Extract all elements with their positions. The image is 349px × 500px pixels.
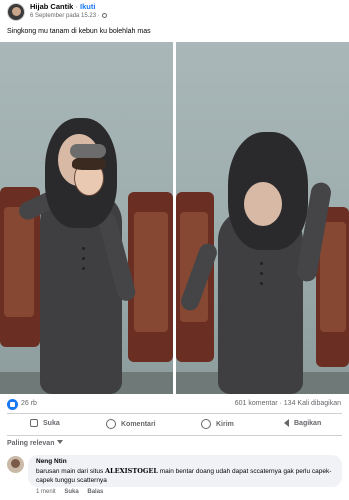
- dress-button: [82, 257, 85, 260]
- follow-link[interactable]: Ikuti: [80, 2, 95, 11]
- share-button[interactable]: Bagikan: [279, 419, 321, 427]
- facebook-post: Hijab Cantik · Ikuti 6 September pada 15…: [0, 0, 349, 500]
- comment-brand: ALEXISTOGEL: [105, 467, 158, 475]
- comment-like-link[interactable]: Suka: [64, 489, 78, 495]
- whatsapp-icon: [201, 419, 211, 429]
- like-reaction-icon[interactable]: [7, 399, 18, 410]
- photo-grid: [0, 42, 349, 394]
- comment-reply-link[interactable]: Balas: [87, 489, 103, 495]
- author-line: Hijab Cantik · Ikuti: [30, 2, 95, 11]
- comment-text: barusan main dari situs ALEXISTOGEL main…: [36, 467, 336, 485]
- divider: [7, 413, 342, 414]
- photo-right[interactable]: [176, 42, 349, 394]
- reaction-count[interactable]: 26 rb: [21, 400, 37, 407]
- action-bar: Suka Komentari Kirim Bagikan: [0, 416, 349, 434]
- chevron-down-icon: [57, 440, 64, 444]
- sort-label: Paling relevan: [7, 440, 55, 447]
- sticker-hair: [72, 156, 106, 170]
- post-stats: 26 rb 601 komentar · 134 Kali dibagikan: [0, 398, 349, 412]
- timestamp-text: 6 September pada 15.23 ·: [30, 13, 100, 19]
- like-button[interactable]: Suka: [30, 419, 60, 427]
- share-arrow-icon: [279, 419, 289, 427]
- comment-button[interactable]: Komentari: [106, 419, 156, 429]
- comment-text-before: barusan main dari situs: [36, 468, 106, 475]
- chair-fabric-left: [4, 207, 34, 317]
- page-avatar[interactable]: [7, 3, 25, 21]
- comment-bubble-icon: [106, 419, 116, 429]
- storm-cloud-icon: [70, 144, 106, 158]
- comment-meta: 1 menit Suka Balas: [36, 489, 110, 495]
- chair-fabric-right: [134, 212, 168, 332]
- post-header: Hijab Cantik · Ikuti 6 September pada 15…: [0, 0, 349, 24]
- dress-button: [82, 267, 85, 270]
- post-caption: Singkong mu tanam di kebun ku bolehlah m…: [7, 28, 151, 35]
- comment-label: Komentari: [121, 420, 156, 428]
- chair-fabric-right: [320, 222, 346, 332]
- comments-shares-count[interactable]: 601 komentar · 134 Kali dibagikan: [235, 400, 341, 407]
- send-label: Kirim: [216, 420, 234, 428]
- comment-bubble: Neng Ntin barusan main dari situs ALEXIS…: [28, 455, 342, 487]
- dress-button: [260, 272, 263, 275]
- post-timestamp[interactable]: 6 September pada 15.23 ·: [30, 13, 107, 19]
- dress-button: [82, 247, 85, 250]
- like-label: Suka: [43, 419, 60, 427]
- author-name[interactable]: Hijab Cantik: [30, 2, 73, 11]
- dress-button: [260, 282, 263, 285]
- thumbs-up-icon: [30, 419, 38, 427]
- comment-sort-dropdown[interactable]: Paling relevan: [7, 440, 64, 447]
- divider: [7, 435, 342, 436]
- comment-time[interactable]: 1 menit: [36, 489, 56, 495]
- send-button[interactable]: Kirim: [201, 419, 234, 429]
- share-label: Bagikan: [294, 419, 322, 427]
- dress-button: [260, 262, 263, 265]
- separator: ·: [75, 2, 78, 11]
- commenter-avatar[interactable]: [7, 456, 24, 473]
- face: [244, 182, 282, 226]
- globe-icon: [101, 13, 107, 18]
- photo-left[interactable]: [0, 42, 173, 394]
- comment-author[interactable]: Neng Ntin: [36, 458, 67, 465]
